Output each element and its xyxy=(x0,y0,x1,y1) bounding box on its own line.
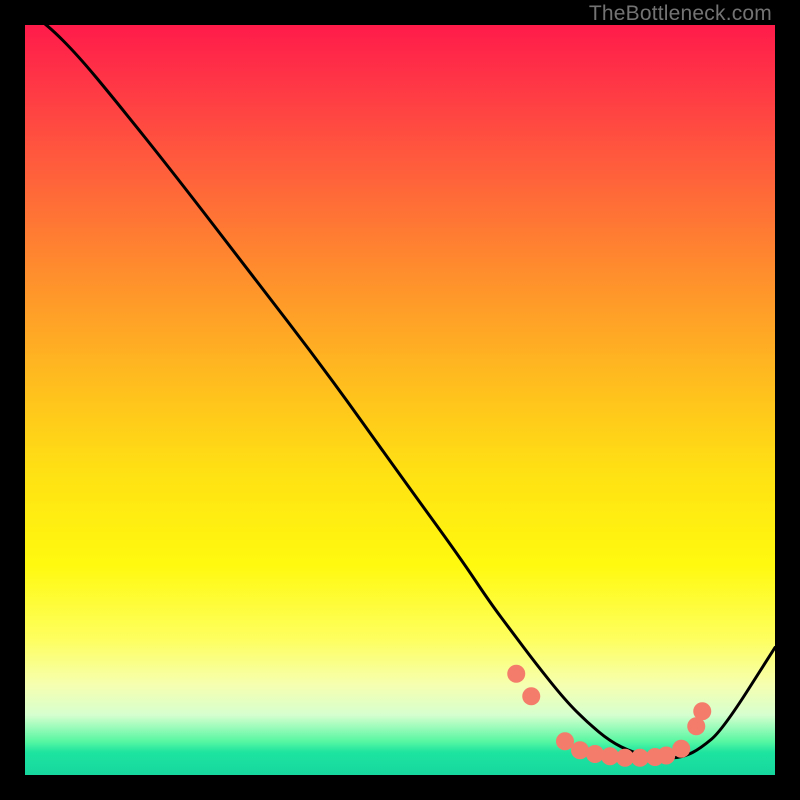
bottleneck-curve xyxy=(25,10,775,758)
chart-frame: TheBottleneck.com xyxy=(0,0,800,800)
curve-markers xyxy=(507,665,711,767)
data-marker xyxy=(522,687,540,705)
curve-layer xyxy=(25,25,775,775)
data-marker xyxy=(507,665,525,683)
watermark-text: TheBottleneck.com xyxy=(589,2,772,26)
plot-area xyxy=(25,25,775,775)
data-marker xyxy=(571,741,589,759)
data-marker xyxy=(672,740,690,758)
data-marker xyxy=(556,732,574,750)
data-marker xyxy=(693,702,711,720)
